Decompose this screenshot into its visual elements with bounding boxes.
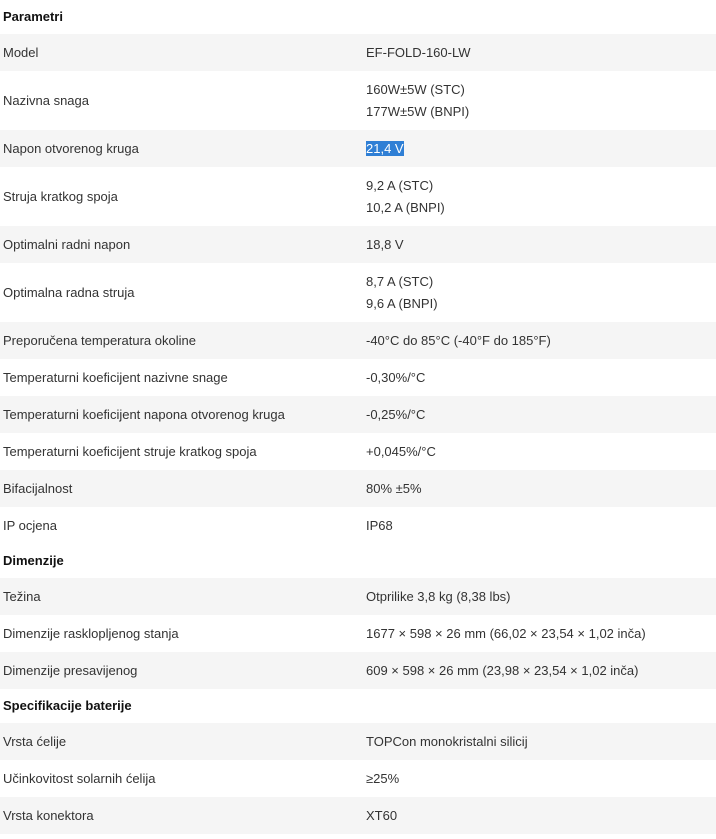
spec-label: Model xyxy=(3,45,39,60)
spec-label: Vrsta konektora xyxy=(3,808,94,823)
spec-value: XT60 xyxy=(366,805,716,827)
spec-value-line: 177W±5W (BNPI) xyxy=(366,103,470,119)
spec-value: +0,045%/°C xyxy=(366,441,716,463)
spec-value-line: 9,2 A (STC) xyxy=(366,177,434,193)
spec-row: Učinkovitost solarnih ćelija ≥25% xyxy=(0,760,716,797)
spec-row: Temperaturni koeficijent nazivne snage -0… xyxy=(0,359,716,396)
spec-label: Vrsta ćelije xyxy=(3,734,67,749)
section-header: Specifikacije baterije xyxy=(0,689,716,723)
spec-value: 18,8 V xyxy=(366,234,716,256)
spec-row: Preporučena temperatura okoline -40°C do … xyxy=(0,322,716,359)
spec-value: 160W±5W (STC) 177W±5W (BNPI) xyxy=(366,79,716,123)
spec-value: Otprilike 3,8 kg (8,38 lbs) xyxy=(366,586,716,608)
spec-value-line: 1677 × 598 × 26 mm (66,02 × 23,54 × 1,02… xyxy=(366,625,646,641)
spec-row: Težina Otprilike 3,8 kg (8,38 lbs) xyxy=(0,578,716,615)
spec-value-line: -0,30%/°C xyxy=(366,369,426,385)
spec-value: IP68 xyxy=(366,515,716,537)
spec-label: Optimalna radna struja xyxy=(3,285,135,300)
spec-label: Težina xyxy=(3,589,41,604)
spec-value-line: 80% ±5% xyxy=(366,480,422,496)
spec-value-line: 609 × 598 × 26 mm (23,98 × 23,54 × 1,02 … xyxy=(366,662,639,678)
spec-label: Temperaturni koeficijent nazivne snage xyxy=(3,370,228,385)
spec-label: Dimenzije rasklopljenog stanja xyxy=(3,626,179,641)
spec-value: -40°C do 85°C (-40°F do 185°F) xyxy=(366,330,716,352)
spec-value-line: 18,8 V xyxy=(366,236,404,252)
spec-value-line: Otprilike 3,8 kg (8,38 lbs) xyxy=(366,588,511,604)
section-header: Parametri xyxy=(0,0,716,34)
spec-value-line: 9,6 A (BNPI) xyxy=(366,295,438,311)
spec-value-line: +0,045%/°C xyxy=(366,443,436,459)
spec-value: 9,2 A (STC) 10,2 A (BNPI) xyxy=(366,175,716,219)
spec-row: Vrsta konektora XT60 xyxy=(0,797,716,834)
spec-value-line: -40°C do 85°C (-40°F do 185°F) xyxy=(366,332,551,348)
spec-value-line: XT60 xyxy=(366,807,398,823)
spec-label: Preporučena temperatura okoline xyxy=(3,333,196,348)
spec-value: -0,25%/°C xyxy=(366,404,716,426)
spec-row: Dimenzije presavijenog 609 × 598 × 26 mm … xyxy=(0,652,716,689)
spec-value: 8,7 A (STC) 9,6 A (BNPI) xyxy=(366,271,716,315)
spec-label: Temperaturni koeficijent struje kratkog … xyxy=(3,444,257,459)
spec-row: Model EF-FOLD-160-LW xyxy=(0,34,716,71)
spec-label: Napon otvorenog kruga xyxy=(3,141,139,156)
spec-label: Dimenzije presavijenog xyxy=(3,663,138,678)
spec-label: IP ocjena xyxy=(3,518,57,533)
spec-row: Dimenzije rasklopljenog stanja 1677 × 598… xyxy=(0,615,716,652)
spec-value-line: 10,2 A (BNPI) xyxy=(366,199,445,215)
spec-value-line: ≥25% xyxy=(366,770,400,786)
spec-label: Učinkovitost solarnih ćelija xyxy=(3,771,156,786)
spec-value-line: EF-FOLD-160-LW xyxy=(366,44,471,60)
spec-row: Optimalna radna struja 8,7 A (STC) 9,6 A (… xyxy=(0,263,716,322)
spec-value: 80% ±5% xyxy=(366,478,716,500)
spec-row: Napon otvorenog kruga 21,4 V xyxy=(0,130,716,167)
spec-value: ≥25% xyxy=(366,768,716,790)
spec-value: -0,30%/°C xyxy=(366,367,716,389)
spec-table: Parametri Model EF-FOLD-160-LW Nazivna snag… xyxy=(0,0,716,834)
spec-label: Nazivna snaga xyxy=(3,93,89,108)
spec-label: Struja kratkog spoja xyxy=(3,189,118,204)
spec-label: Bifacijalnost xyxy=(3,481,73,496)
spec-label: Temperaturni koeficijent napona otvoreno… xyxy=(3,407,285,422)
spec-value: 1677 × 598 × 26 mm (66,02 × 23,54 × 1,02… xyxy=(366,623,716,645)
spec-value: EF-FOLD-160-LW xyxy=(366,42,716,64)
spec-row: Vrsta ćelije TOPCon monokristalni silicij xyxy=(0,723,716,760)
spec-value-line: 160W±5W (STC) xyxy=(366,81,465,97)
spec-value-line: 8,7 A (STC) xyxy=(366,273,434,289)
spec-row: Temperaturni koeficijent struje kratkog … xyxy=(0,433,716,470)
spec-value-line: IP68 xyxy=(366,517,393,533)
section-header: Dimenzije xyxy=(0,544,716,578)
spec-row: Nazivna snaga 160W±5W (STC) 177W±5W (BNPI) xyxy=(0,71,716,130)
spec-value: 21,4 V xyxy=(366,138,716,160)
spec-row: Bifacijalnost 80% ±5% xyxy=(0,470,716,507)
spec-row: Optimalni radni napon 18,8 V xyxy=(0,226,716,263)
spec-value: TOPCon monokristalni silicij xyxy=(366,731,716,753)
spec-label: Optimalni radni napon xyxy=(3,237,131,252)
spec-row: IP ocjena IP68 xyxy=(0,507,716,544)
spec-value-line: TOPCon monokristalni silicij xyxy=(366,733,528,749)
spec-value: 609 × 598 × 26 mm (23,98 × 23,54 × 1,02 … xyxy=(366,660,716,682)
spec-row: Struja kratkog spoja 9,2 A (STC) 10,2 A (B… xyxy=(0,167,716,226)
selected-text: 21,4 V xyxy=(366,140,404,156)
spec-row: Temperaturni koeficijent napona otvoreno… xyxy=(0,396,716,433)
spec-value-line: -0,25%/°C xyxy=(366,406,426,422)
